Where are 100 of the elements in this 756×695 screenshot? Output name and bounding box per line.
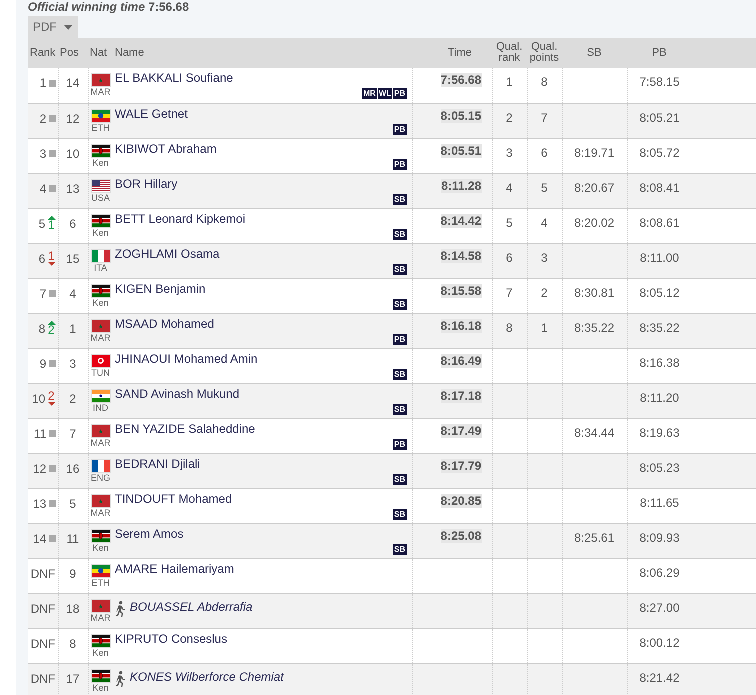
rank-up-indicator: 2 — [48, 321, 56, 336]
qual-points-cell: 8 — [541, 75, 548, 89]
time-cell: 8:16.18 — [440, 318, 482, 332]
athlete-name[interactable]: BOR Hillary — [115, 176, 178, 190]
personal-best-cell: 8:08.61 — [640, 216, 680, 230]
personal-best-cell: 8:05.72 — [640, 146, 680, 160]
column-header: Qual. points — [527, 38, 562, 68]
flag-icon — [90, 178, 111, 192]
position-cell: 13 — [66, 182, 80, 196]
record-badge: SB — [393, 194, 406, 204]
rank-cell: 1 — [40, 76, 46, 90]
nation-code: MAR — [90, 508, 111, 518]
flag-icon — [90, 354, 111, 368]
athlete-name[interactable]: SAND Avinash Mukund — [115, 386, 240, 400]
time-cell: 8:25.08 — [440, 528, 482, 542]
rank-cell: 7 — [40, 286, 46, 300]
unchanged-square-icon — [48, 115, 56, 122]
time-cell: 8:17.18 — [440, 388, 482, 402]
athlete-name[interactable]: KONES Wilberforce Chemiat — [130, 670, 284, 684]
athlete-name[interactable]: ZOGHLAMI Osama — [115, 246, 220, 260]
athlete-name[interactable]: EL BAKKALI Soufiane — [115, 71, 234, 85]
athlete-name[interactable]: BOUASSEL Abderrafia — [130, 600, 253, 614]
athlete-name[interactable]: KIBIWOT Abraham — [115, 142, 217, 156]
personal-best-cell: 8:27.00 — [640, 600, 680, 614]
personal-best-cell: 8:19.63 — [640, 426, 680, 440]
athlete-name[interactable]: AMARE Hailemariyam — [115, 562, 234, 576]
position-cell: 18 — [66, 602, 80, 616]
personal-best-cell: 8:00.12 — [640, 636, 680, 650]
winning-time-caption: Official winning time 7:56.68 — [28, 0, 190, 16]
qual-points-cell: 5 — [541, 180, 548, 194]
unchanged-square-icon — [48, 465, 56, 472]
rank-cell: 3 — [40, 146, 46, 160]
personal-best-cell: 8:05.23 — [640, 460, 680, 474]
flag-icon — [90, 564, 111, 578]
athlete-name[interactable]: MSAAD Mohamed — [115, 316, 214, 330]
personal-best-cell: 8:11.65 — [640, 496, 680, 510]
flag-icon — [90, 668, 111, 682]
athlete-name[interactable]: Serem Amos — [115, 526, 184, 540]
unchanged-square-icon — [48, 150, 56, 157]
column-header: Time — [412, 38, 492, 68]
position-cell: 11 — [66, 532, 80, 546]
athlete-name[interactable]: TINDOUFT Mohamed — [115, 492, 232, 506]
personal-best-cell: 8:11.20 — [640, 390, 680, 404]
record-badge: SB — [393, 368, 406, 380]
athlete-name[interactable]: BEN YAZIDE Salaheddine — [115, 422, 256, 436]
qual-rank-cell: 2 — [506, 110, 513, 124]
rank-cell: DNF — [30, 566, 56, 580]
nation-code: MAR — [90, 87, 111, 97]
position-cell: 10 — [66, 146, 80, 160]
column-header: Pos — [58, 38, 88, 68]
athlete-name[interactable]: KIPRUTO Conseslus — [115, 632, 228, 646]
flag-icon — [90, 634, 111, 648]
qual-rank-cell: 6 — [506, 250, 513, 264]
nation-code: ETH — [92, 122, 110, 132]
column-header: Rank — [28, 38, 58, 68]
column-header: SB — [562, 38, 627, 68]
athlete-name[interactable]: BEDRANI Djilali — [115, 456, 200, 470]
record-badge: SB — [393, 228, 406, 240]
qual-rank-cell: 5 — [506, 216, 513, 230]
rank-cell: 6 — [38, 252, 46, 266]
position-cell: 4 — [70, 286, 76, 300]
record-badge: MR — [362, 88, 377, 99]
personal-best-cell: 8:06.29 — [640, 566, 680, 580]
unchanged-square-icon — [48, 185, 56, 192]
athlete-name[interactable]: WALE Getnet — [115, 106, 188, 120]
personal-best-cell: 8:05.21 — [640, 110, 680, 124]
rank-down-indicator: 1 — [48, 251, 56, 266]
personal-best-cell: 8:21.42 — [640, 670, 680, 684]
pdf-dropdown[interactable]: PDF — [28, 16, 78, 38]
nation-code: ENG — [90, 472, 110, 482]
personal-best-cell: 8:11.00 — [640, 250, 680, 264]
athlete-name[interactable]: JHINAOUI Mohamed Amin — [115, 352, 258, 366]
nation-code: Ken — [92, 228, 109, 238]
record-badge: PB — [393, 124, 406, 134]
time-cell: 8:05.15 — [440, 108, 482, 122]
rank-cell: 14 — [33, 532, 46, 546]
time-cell: 8:17.79 — [440, 458, 482, 472]
season-best-cell: 8:35.22 — [574, 320, 615, 334]
flag-icon — [90, 144, 111, 158]
record-badge: SB — [393, 298, 406, 310]
flag-icon — [90, 598, 111, 612]
flag-icon — [90, 73, 111, 87]
position-cell: 15 — [66, 252, 80, 266]
qual-rank-cell: 8 — [506, 320, 513, 334]
time-cell: 8:17.49 — [440, 424, 482, 438]
rank-cell: DNF — [30, 602, 56, 616]
personal-best-cell: 8:16.38 — [640, 356, 680, 370]
athlete-name[interactable]: KIGEN Benjamin — [115, 282, 206, 296]
record-badge: PB — [393, 88, 406, 99]
athlete-name[interactable]: BETT Leonard Kipkemoi — [115, 212, 246, 226]
rank-cell: DNF — [30, 636, 56, 650]
column-header: Name — [113, 38, 412, 68]
nation-code: ETH — [92, 578, 110, 588]
position-cell: 9 — [70, 566, 76, 580]
qual-rank-cell: 4 — [506, 180, 513, 194]
time-cell: 8:14.42 — [440, 214, 482, 228]
rank-cell: DNF — [30, 672, 56, 686]
record-badge: SB — [393, 404, 406, 414]
time-cell: 8:11.28 — [441, 178, 482, 192]
unchanged-square-icon — [48, 430, 56, 437]
